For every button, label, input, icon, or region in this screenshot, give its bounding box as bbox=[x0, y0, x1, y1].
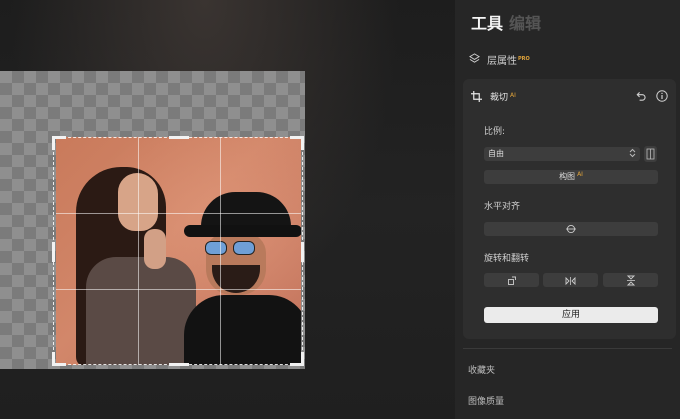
straighten-slider[interactable] bbox=[484, 222, 658, 236]
undo-icon[interactable] bbox=[635, 87, 646, 106]
pro-badge: PRO bbox=[518, 56, 530, 62]
flip-vertical-icon bbox=[626, 271, 636, 290]
layers-row[interactable]: 层属性PRO bbox=[469, 52, 530, 67]
compose-button[interactable]: 构图 AI bbox=[484, 170, 658, 184]
crop-frame[interactable] bbox=[52, 136, 304, 366]
layers-icon bbox=[469, 52, 480, 67]
straighten-label: 水平对齐 bbox=[484, 202, 521, 212]
panel-tabs: 工具 编辑 bbox=[471, 10, 541, 34]
rotate-button[interactable] bbox=[484, 273, 539, 287]
crop-handle-right[interactable] bbox=[301, 242, 304, 262]
crop-icon bbox=[471, 87, 482, 106]
apply-button[interactable]: 应用 bbox=[484, 307, 658, 323]
orientation-swap-button[interactable] bbox=[644, 146, 657, 162]
flip-vertical-button[interactable] bbox=[603, 273, 658, 287]
canvas-area[interactable] bbox=[0, 0, 455, 419]
ratio-select[interactable]: 自由 bbox=[484, 147, 640, 161]
level-icon bbox=[566, 224, 576, 233]
tab-edit[interactable]: 编辑 bbox=[509, 10, 541, 34]
crop-handle-bottom-right[interactable] bbox=[301, 352, 304, 366]
flip-horizontal-button[interactable] bbox=[543, 273, 598, 287]
flip-horizontal-icon bbox=[565, 271, 576, 290]
crop-title: 裁切 bbox=[490, 92, 509, 103]
updown-chevron-icon bbox=[629, 147, 636, 164]
divider bbox=[463, 348, 672, 349]
crop-handle-top-right[interactable] bbox=[301, 136, 304, 150]
tab-tools[interactable]: 工具 bbox=[471, 10, 503, 34]
info-icon[interactable] bbox=[656, 87, 668, 106]
rotate-icon bbox=[507, 271, 517, 290]
crop-handle-top-left[interactable] bbox=[52, 136, 55, 150]
crop-handle-bottom-left[interactable] bbox=[52, 352, 55, 366]
layers-label: 层属性 bbox=[487, 56, 517, 67]
favorites-item[interactable]: 收藏夹 bbox=[468, 363, 495, 376]
crop-handle-bottom[interactable] bbox=[169, 363, 189, 366]
crop-card: 裁切 AI 比例: 自由 构图 AI 水平对齐 旋转和翻转 应用 bbox=[463, 79, 676, 339]
tools-panel: 工具 编辑 层属性PRO 裁切 AI 比例: 自由 构图 AI 水平对齐 旋转和… bbox=[455, 0, 680, 419]
ratio-value: 自由 bbox=[488, 149, 504, 158]
compose-label: 构图 bbox=[559, 172, 576, 181]
ai-badge: AI bbox=[577, 171, 583, 178]
crop-handle-top[interactable] bbox=[169, 136, 189, 139]
image-quality-item[interactable]: 图像质量 bbox=[468, 394, 504, 407]
rotate-flip-label: 旋转和翻转 bbox=[484, 254, 530, 264]
ratio-label: 比例: bbox=[484, 127, 506, 137]
crop-handle-left[interactable] bbox=[52, 242, 55, 262]
crop-header: 裁切 AI bbox=[471, 88, 668, 104]
ai-badge: AI bbox=[510, 91, 516, 99]
